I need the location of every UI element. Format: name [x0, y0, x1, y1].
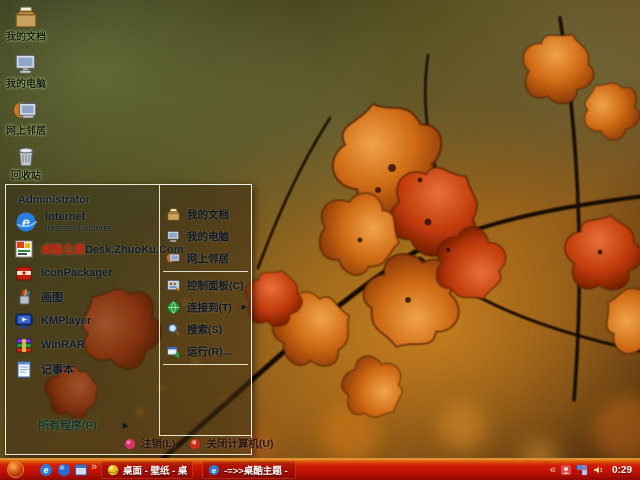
start-menu: Administrator e Internet Internet Explor…	[5, 184, 274, 455]
start-menu-header: Administrator	[6, 185, 158, 207]
quick-launch-internet-explorer[interactable]: e	[39, 463, 53, 477]
menu-item-label: 搜索(S)	[187, 323, 222, 336]
task-button-zhuoku-theme[interactable]: e -=>>桌酷主题 - Mi...	[202, 461, 296, 479]
desktop-icon-recycle-bin[interactable]: 回收站	[2, 143, 50, 182]
network-places-icon	[14, 102, 37, 119]
svg-text:e: e	[22, 214, 30, 230]
system-tray: « 0:29	[550, 459, 638, 480]
control-panel-icon	[167, 279, 180, 292]
desktop-icon-my-documents[interactable]: 我的文档	[2, 4, 50, 43]
run-icon	[167, 346, 180, 359]
quick-launch-expand-chevron[interactable]: »	[91, 461, 97, 473]
log-off-label: 注销(L)	[141, 438, 176, 450]
task-button-wallpaper-page[interactable]: 桌面 - 壁纸 - 桌酷...	[101, 461, 193, 479]
menu-item-label: 控制面板(C)	[187, 279, 244, 292]
log-off-button[interactable]: 注销(L)	[124, 436, 175, 451]
start-button[interactable]	[7, 461, 24, 478]
notepad-icon	[17, 361, 31, 378]
menu-separator	[163, 364, 248, 365]
user-name: Administrator	[18, 194, 91, 206]
all-programs-button[interactable]: 所有程序(P) ▶	[38, 417, 129, 433]
network-places-icon	[166, 253, 180, 262]
desktop-icon-network-places[interactable]: 网上邻居	[2, 98, 50, 137]
menu-item-paint[interactable]: 画图	[6, 285, 158, 309]
start-menu-left-column: e Internet Internet Explorer 桌酷主题Desk.Zh…	[6, 207, 183, 381]
menu-item-kmplayer[interactable]: KMPlayer	[6, 309, 158, 333]
menu-item-iconpackager[interactable]: IconPackager	[6, 261, 158, 285]
menu-item-winrar[interactable]: WinRAR	[6, 333, 158, 357]
menu-item-label: 运行(R)...	[187, 345, 232, 358]
window-icon	[75, 464, 87, 476]
internet-explorer-icon: e	[40, 464, 52, 476]
tray-volume-icon[interactable]	[592, 464, 604, 476]
menu-item-search[interactable]: 搜索(S)	[160, 318, 251, 340]
svg-text:e: e	[44, 465, 49, 475]
menu-item-label: IconPackager	[41, 267, 113, 279]
search-icon	[168, 323, 180, 336]
menu-item-label: WinRAR	[41, 339, 85, 351]
paint-icon	[19, 289, 30, 305]
menu-item-notepad[interactable]: 记事本	[6, 357, 158, 381]
tray-collapse-chevron[interactable]: «	[550, 459, 556, 480]
internet-explorer-icon: e	[16, 212, 38, 232]
my-computer-icon	[15, 54, 36, 74]
menu-item-label: 网上邻居	[187, 252, 229, 265]
menu-item-zhuoku[interactable]: 桌酷主题Desk.ZhuoKu.Com	[6, 237, 183, 261]
start-menu-footer: 注销(L) 关闭计算机(U)	[6, 433, 274, 454]
tray-security-icon[interactable]	[560, 464, 572, 476]
taskbar: e » 桌面 - 壁纸 - 桌酷...	[0, 458, 640, 480]
wallpaper-page-icon	[107, 464, 119, 476]
my-documents-icon	[167, 208, 180, 220]
log-off-icon	[124, 438, 136, 449]
menu-item-connect-to[interactable]: 连接到(T) ▶	[160, 296, 251, 318]
shut-down-button[interactable]: 关闭计算机(U)	[189, 436, 274, 451]
desktop-icon-label: 我的电脑	[6, 79, 46, 90]
my-documents-icon	[14, 6, 38, 28]
desktop-icon-label: 回收站	[11, 171, 41, 182]
menu-item-my-documents[interactable]: 我的文档	[160, 203, 251, 225]
submenu-arrow-icon: ▶	[241, 304, 247, 311]
menu-separator	[163, 271, 248, 272]
connect-to-icon	[167, 300, 180, 314]
svg-text:e: e	[212, 466, 216, 475]
menu-item-label: Internet Internet Explorer	[45, 211, 112, 233]
desktop-icon-label: 网上邻居	[6, 126, 46, 137]
shut-down-label: 关闭计算机(U)	[206, 438, 274, 450]
winrar-icon	[16, 338, 32, 353]
menu-item-label: 记事本	[41, 364, 74, 376]
menu-item-label: 画图	[41, 292, 63, 304]
task-button-label: 桌面 - 壁纸 - 桌酷...	[123, 466, 187, 477]
recycle-bin-icon	[18, 147, 34, 167]
iconpackager-icon	[16, 266, 32, 281]
menu-item-network-places[interactable]: 网上邻居	[160, 247, 251, 269]
menu-item-internet[interactable]: e Internet Internet Explorer	[6, 207, 158, 237]
menu-item-label: 我的文档	[187, 208, 229, 221]
start-menu-right-column: 我的文档 我的电脑 网上邻居 控制面板(C) 连接到(T) ▶ 搜索(S) 运行…	[159, 184, 252, 436]
menu-item-label: KMPlayer	[41, 315, 92, 327]
task-button-label: -=>>桌酷主题 - Mi...	[224, 466, 290, 477]
kmplayer-icon	[15, 313, 33, 329]
shut-down-icon	[190, 438, 201, 449]
desktop-icon-label: 我的文档	[6, 32, 46, 43]
menu-item-control-panel[interactable]: 控制面板(C)	[160, 274, 251, 296]
desktop-icon-my-computer[interactable]: 我的电脑	[2, 51, 50, 90]
blue-sphere-icon	[58, 464, 70, 476]
my-computer-icon	[167, 230, 179, 242]
menu-item-sublabel: Internet Explorer	[45, 223, 112, 233]
menu-item-run[interactable]: 运行(R)...	[160, 340, 251, 362]
menu-item-my-computer[interactable]: 我的电脑	[160, 225, 251, 247]
menu-item-label: 我的电脑	[187, 230, 229, 243]
menu-item-label: 连接到(T)	[187, 301, 232, 314]
all-programs-label: 所有程序(P)	[38, 420, 97, 432]
internet-explorer-icon: e	[209, 465, 219, 475]
quick-launch-globe[interactable]	[57, 463, 71, 477]
submenu-arrow-icon: ▶	[122, 420, 129, 430]
quick-launch-window[interactable]	[74, 463, 88, 477]
tray-network-icon[interactable]	[576, 464, 588, 476]
desktop: 我的文档 我的电脑 网上邻居 回收站 Administrator e Inter…	[0, 0, 640, 480]
zhuoku-icon	[15, 240, 33, 258]
taskbar-clock[interactable]: 0:29	[612, 465, 632, 476]
